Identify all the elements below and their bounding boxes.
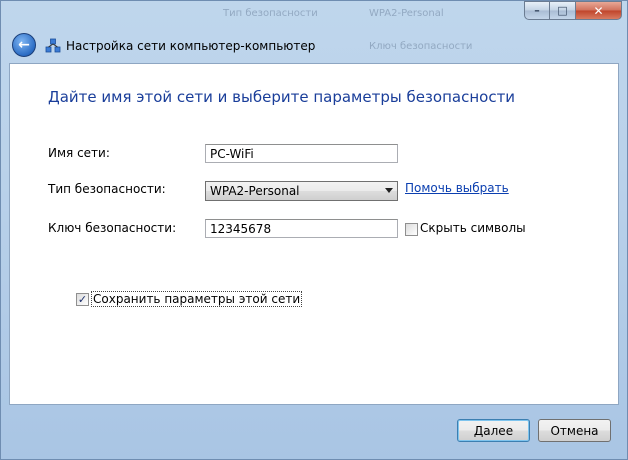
cancel-button[interactable]: Отмена (538, 419, 611, 442)
maximize-icon: □ (557, 4, 568, 17)
network-icon (45, 38, 61, 54)
content-panel: Дайте имя этой сети и выберите параметры… (9, 63, 619, 405)
security-type-label: Тип безопасности: (48, 182, 166, 196)
back-button[interactable]: ← (12, 33, 36, 57)
back-arrow-icon: ← (18, 37, 30, 53)
close-button[interactable]: ✕ (576, 1, 622, 20)
minimize-icon: – (534, 4, 540, 17)
security-type-value: WPA2-Personal (210, 184, 300, 198)
minimize-button[interactable]: – (524, 1, 550, 20)
save-settings-checkbox[interactable]: ✓ (76, 293, 89, 306)
security-type-select[interactable]: WPA2-Personal (205, 181, 398, 201)
next-button[interactable]: Далее (457, 419, 530, 442)
background-faint-text: Ключ безопасности (369, 41, 473, 52)
security-key-label: Ключ безопасности: (48, 221, 177, 235)
page-heading: Дайте имя этой сети и выберите параметры… (48, 88, 516, 106)
help-choose-link[interactable]: Помочь выбрать (405, 181, 509, 195)
title-bar[interactable]: Тип безопасности WPA2-Personal – □ ✕ (1, 1, 627, 33)
background-faint-text: WPA2-Personal (369, 8, 444, 19)
chevron-down-icon (385, 188, 393, 193)
save-settings-label[interactable]: Сохранить параметры этой сети (91, 291, 303, 307)
security-key-input[interactable] (205, 219, 398, 238)
window-title: Настройка сети компьютер-компьютер (66, 39, 316, 53)
checkmark-icon: ✓ (77, 293, 88, 306)
maximize-button[interactable]: □ (550, 1, 576, 20)
background-faint-text: Тип безопасности (223, 8, 318, 19)
network-name-label: Имя сети: (48, 146, 110, 160)
network-name-input[interactable] (205, 144, 398, 163)
button-bar (1, 405, 627, 459)
hide-chars-checkbox[interactable] (405, 223, 418, 236)
close-icon: ✕ (593, 3, 604, 18)
wizard-window: Тип безопасности WPA2-Personal – □ ✕ Клю… (0, 0, 628, 460)
window-controls: – □ ✕ (524, 1, 622, 20)
hide-chars-label[interactable]: Скрыть символы (420, 221, 526, 235)
